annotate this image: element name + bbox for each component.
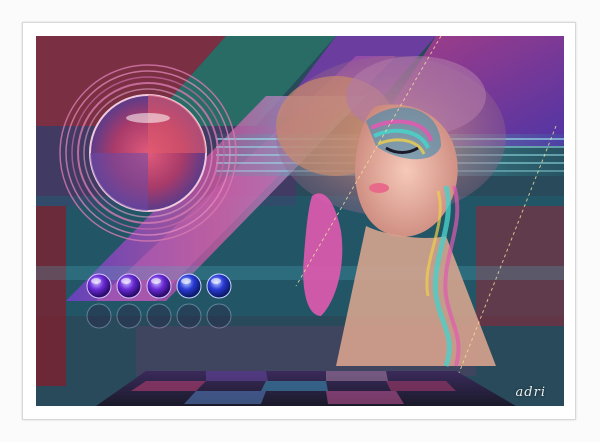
artwork-canvas [36,36,564,406]
digital-artwork: adri [36,36,564,406]
checkered-floor [96,371,516,406]
artist-signature: adri [515,385,546,400]
picture-frame: adri [0,0,600,442]
